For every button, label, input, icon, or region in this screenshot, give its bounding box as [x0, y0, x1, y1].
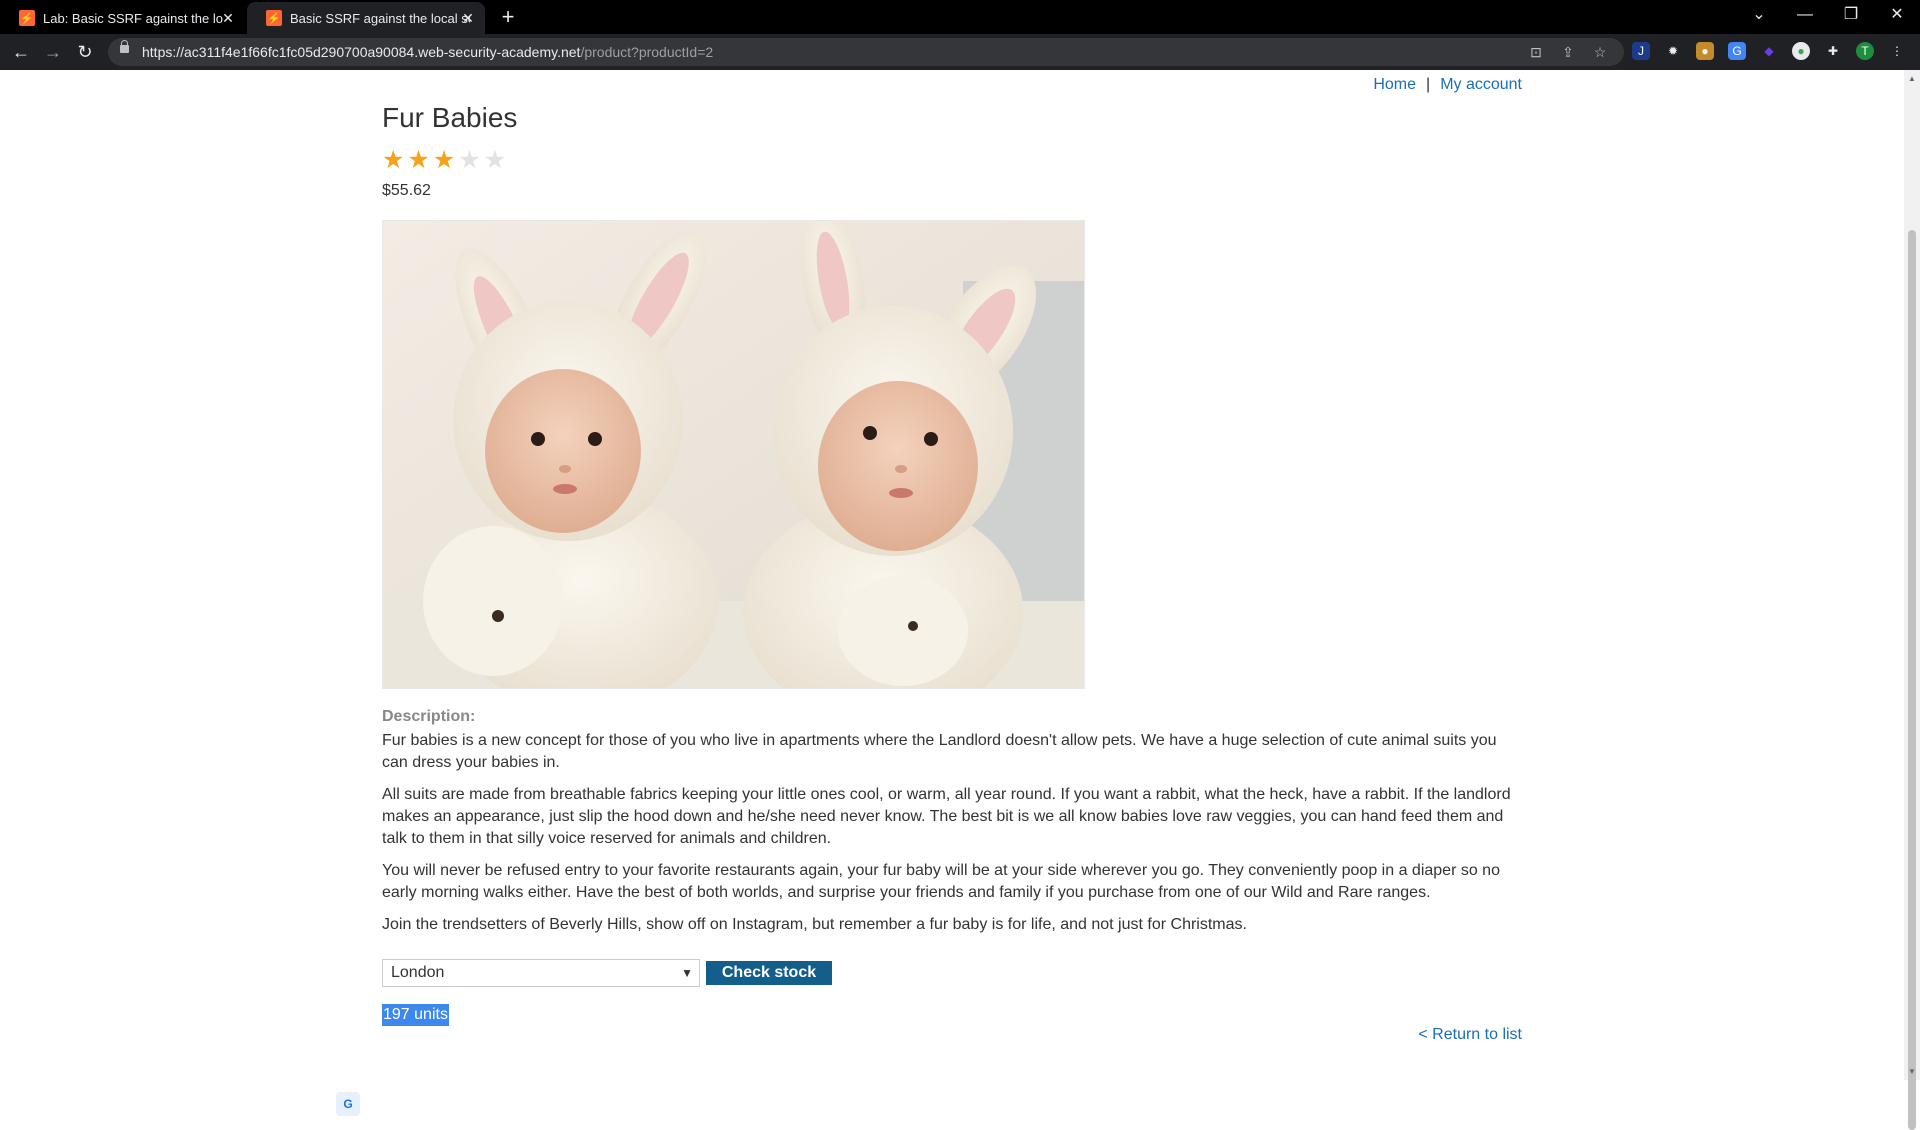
portswigger-favicon-icon: ⚡ — [266, 10, 282, 26]
close-window-icon[interactable]: ✕ — [1874, 0, 1920, 34]
return-to-list-link[interactable]: < Return to list — [1418, 1026, 1522, 1044]
scroll-down-icon[interactable]: ▼ — [1908, 1067, 1916, 1076]
bookmark-star-icon[interactable]: ☆ — [1591, 43, 1609, 61]
browser-toolbar: ← → ↻ https://ac311f4e1f66fc1fc05d290700… — [0, 34, 1920, 70]
home-link[interactable]: Home — [1373, 76, 1416, 93]
menu-kebab-icon[interactable]: ⋮ — [1888, 42, 1906, 60]
star-filled-icon: ★ — [407, 146, 430, 174]
description-paragraph: All suits are made from breathable fabri… — [382, 786, 1511, 847]
extension-gear-icon[interactable]: ✹ — [1664, 42, 1682, 60]
my-account-link[interactable]: My account — [1440, 76, 1522, 93]
extension-translate-icon[interactable]: G — [1728, 42, 1746, 60]
tab-lab[interactable]: ⚡ Lab: Basic SSRF against the local ✕ — [0, 2, 245, 34]
tab-search-icon[interactable]: ⌄ — [1736, 0, 1782, 34]
star-empty-icon: ★ — [483, 146, 507, 174]
description-paragraph: Fur babies is a new concept for those of… — [382, 732, 1497, 771]
extension-j-icon[interactable]: J — [1632, 42, 1650, 60]
minimize-icon[interactable]: — — [1782, 0, 1828, 34]
product-title: Fur Babies — [382, 102, 518, 133]
extension-circle-icon[interactable]: ● — [1792, 42, 1810, 60]
check-stock-button[interactable]: Check stock — [706, 961, 832, 985]
tab-bar: ⚡ Lab: Basic SSRF against the local ✕ ⚡ … — [0, 0, 1920, 34]
store-select-value: London — [391, 964, 445, 981]
profile-avatar[interactable]: T — [1856, 42, 1874, 60]
tab-product[interactable]: ⚡ Basic SSRF against the local serv ✕ — [247, 2, 485, 34]
extension-diamond-icon[interactable]: ◆ — [1760, 42, 1778, 60]
star-empty-icon: ★ — [458, 146, 481, 174]
share-icon[interactable]: ⇪ — [1559, 43, 1577, 61]
star-filled-icon: ★ — [382, 146, 405, 174]
new-tab-icon[interactable]: + — [497, 6, 519, 28]
product-description: Description: Fur babies is a new concept… — [382, 706, 1522, 946]
extensions-puzzle-icon[interactable]: ✚ — [1824, 42, 1842, 60]
scroll-up-icon[interactable]: ▲ — [1908, 74, 1916, 83]
url-text[interactable]: https://ac311f4e1f66fc1fc05d290700a90084… — [142, 44, 713, 60]
back-icon[interactable]: ← — [10, 41, 32, 63]
lock-icon — [120, 40, 129, 53]
scroll-thumb[interactable] — [1908, 230, 1916, 1130]
vertical-scrollbar[interactable]: ▲ ▼ — [1904, 70, 1920, 1130]
translate-icon[interactable]: ⊡ — [1527, 43, 1545, 61]
extension-cookie-icon[interactable]: ● — [1696, 42, 1714, 60]
nav-separator: | — [1426, 76, 1431, 93]
close-tab-icon[interactable]: ✕ — [219, 9, 237, 27]
star-rating: ★ ★ ★ ★ ★ — [382, 148, 506, 173]
forward-icon[interactable]: → — [42, 41, 64, 63]
product-price: $55.62 — [382, 182, 431, 199]
portswigger-favicon-icon: ⚡ — [19, 10, 35, 26]
restore-icon[interactable]: ❐ — [1828, 0, 1874, 34]
tab-title: Lab: Basic SSRF against the local — [43, 10, 223, 26]
product-image — [382, 220, 1085, 689]
address-bar[interactable]: https://ac311f4e1f66fc1fc05d290700a90084… — [108, 38, 1624, 66]
page-content: Home | My account Fur Babies ★ ★ ★ ★ ★ $55… — [0, 70, 1904, 1116]
description-label: Description: — [382, 708, 476, 725]
tab-title: Basic SSRF against the local serv — [290, 10, 470, 26]
description-paragraph: You will never be refused entry to your … — [382, 862, 1500, 901]
store-select[interactable]: London ▼ — [382, 959, 700, 987]
chevron-down-icon: ▼ — [681, 966, 693, 980]
stock-result: 197 units — [382, 1004, 449, 1026]
close-tab-icon[interactable]: ✕ — [459, 9, 477, 27]
star-filled-icon: ★ — [432, 146, 456, 174]
description-paragraph: Join the trendsetters of Beverly Hills, … — [382, 916, 1247, 933]
top-nav: Home | My account — [1373, 76, 1522, 94]
reload-icon[interactable]: ↻ — [74, 41, 96, 63]
google-translate-icon[interactable]: G — [336, 1092, 360, 1116]
